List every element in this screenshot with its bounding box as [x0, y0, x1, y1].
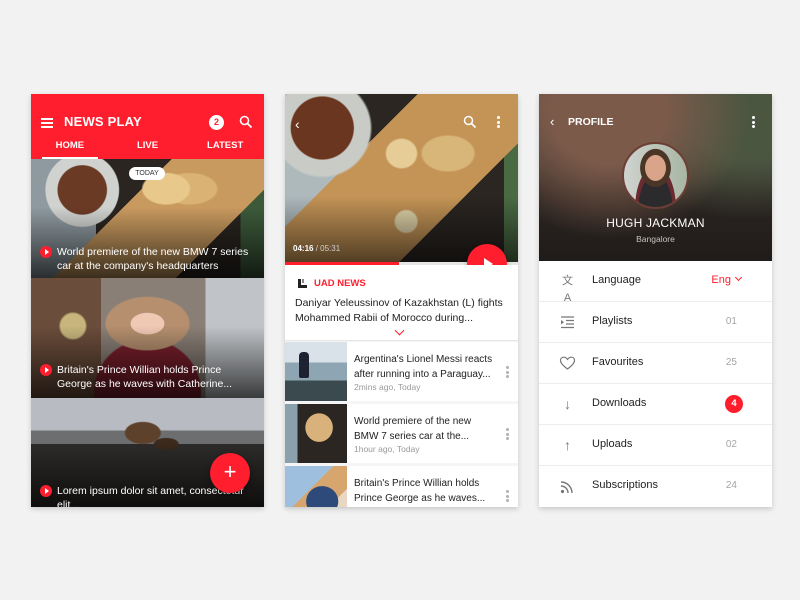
- back-icon[interactable]: ‹: [550, 114, 554, 129]
- hamburger-icon[interactable]: [41, 118, 53, 128]
- search-icon[interactable]: [463, 115, 477, 129]
- news-card[interactable]: Britain's Prince Willian holds Prince Ge…: [31, 278, 264, 398]
- card-caption: Britain's Prince Willian holds Prince Ge…: [57, 364, 233, 390]
- thumbnail: [285, 466, 347, 507]
- date-pill: TODAY: [129, 167, 165, 180]
- playlist-icon: [561, 316, 574, 329]
- list-item[interactable]: World premiere of the new BMW 7 series c…: [285, 404, 518, 463]
- notification-badge[interactable]: 2: [209, 115, 224, 130]
- heart-icon: [559, 356, 576, 370]
- home-screen: NEWS PLAY 2 HOME LIVE LATEST TODAY World…: [31, 94, 264, 507]
- avatar[interactable]: [622, 142, 689, 209]
- more-vert-icon[interactable]: [506, 490, 509, 503]
- chevron-down-icon: [734, 273, 743, 282]
- menu-label: Subscriptions: [592, 479, 659, 491]
- upload-icon: ↑: [564, 437, 571, 453]
- featured-story[interactable]: UAD NEWS Daniyar Yeleussinov of Kazakhst…: [285, 265, 518, 341]
- list-item[interactable]: Argentina's Lionel Messi reacts after ru…: [285, 342, 518, 401]
- app-title: NEWS PLAY: [64, 114, 142, 129]
- item-title: Argentina's Lionel Messi reacts after ru…: [354, 354, 493, 380]
- more-vert-icon[interactable]: [506, 428, 509, 441]
- profile-menu: 文A Language Eng Playlists 01 Favourites …: [539, 261, 772, 507]
- add-button[interactable]: +: [210, 453, 250, 493]
- more-vert-icon[interactable]: [497, 116, 501, 128]
- expand-chevron-icon[interactable]: [394, 325, 405, 336]
- menu-label: Uploads: [592, 438, 633, 450]
- menu-item-playlists[interactable]: Playlists 01: [539, 302, 772, 343]
- page-title: PROFILE: [568, 116, 614, 128]
- more-vert-icon[interactable]: [506, 366, 509, 379]
- menu-item-favourites[interactable]: Favourites 25: [539, 343, 772, 384]
- menu-count: 01: [725, 316, 737, 327]
- translate-icon: 文A: [562, 275, 573, 304]
- thumbnail: [285, 342, 347, 401]
- download-icon: ↓: [564, 396, 571, 412]
- more-vert-icon[interactable]: [752, 116, 755, 128]
- search-icon[interactable]: [239, 115, 253, 129]
- play-icon[interactable]: [40, 485, 52, 497]
- downloads-badge: 4: [725, 395, 743, 413]
- video-time: 04:16 / 05:31: [293, 244, 340, 253]
- play-icon[interactable]: [40, 364, 52, 376]
- tab-live[interactable]: LIVE: [109, 140, 187, 159]
- video-player[interactable]: ‹ 04:16 / 05:31: [285, 94, 518, 264]
- app-bar: NEWS PLAY 2 HOME LIVE LATEST: [31, 94, 264, 159]
- tab-latest[interactable]: LATEST: [186, 140, 264, 159]
- profile-header: ‹ PROFILE HUGH JACKMAN Bangalore: [539, 94, 772, 261]
- menu-item-subscriptions[interactable]: Subscriptions 24: [539, 466, 772, 507]
- back-icon[interactable]: ‹: [295, 116, 300, 132]
- news-card[interactable]: TODAY World premiere of the new BMW 7 se…: [31, 159, 264, 278]
- menu-label: Favourites: [592, 356, 644, 368]
- tab-bar: HOME LIVE LATEST: [31, 140, 264, 159]
- list-item[interactable]: Britain's Prince Willian holds Prince Ge…: [285, 466, 518, 507]
- time-current: 04:16: [293, 244, 314, 253]
- menu-label: Language: [592, 274, 641, 286]
- thumbnail: [285, 404, 347, 463]
- rss-icon: [560, 481, 573, 494]
- play-icon[interactable]: [40, 246, 52, 258]
- time-total: 05:31: [320, 244, 341, 253]
- menu-item-downloads[interactable]: ↓ Downloads 4: [539, 384, 772, 425]
- story-headline: Daniyar Yeleussinov of Kazakhstan (L) fi…: [295, 297, 503, 324]
- menu-item-uploads[interactable]: ↑ Uploads 02: [539, 425, 772, 466]
- menu-count: 02: [725, 439, 737, 450]
- source-name: UAD NEWS: [314, 278, 366, 289]
- profile-screen: ‹ PROFILE HUGH JACKMAN Bangalore 文A Lang…: [539, 94, 772, 507]
- item-meta: 1hour ago, Today: [354, 444, 420, 454]
- menu-label: Downloads: [592, 397, 647, 409]
- menu-count: 24: [725, 480, 737, 491]
- item-title: World premiere of the new BMW 7 series c…: [354, 416, 472, 442]
- menu-label: Playlists: [592, 315, 633, 327]
- source-logo-icon: [298, 279, 307, 288]
- item-meta: 2mins ago, Today: [354, 382, 421, 392]
- language-select[interactable]: Eng: [711, 273, 743, 286]
- profile-location: Bangalore: [636, 234, 675, 244]
- tab-home[interactable]: HOME: [31, 140, 109, 159]
- player-screen: ‹ 04:16 / 05:31 UAD NEWS Daniyar Yeleuss…: [285, 94, 518, 507]
- card-caption: World premiere of the new BMW 7 series c…: [57, 246, 249, 272]
- menu-count: 25: [725, 357, 737, 368]
- language-value: Eng: [711, 274, 731, 286]
- item-meta: Jun 10, 2016: [354, 506, 403, 507]
- item-title: Britain's Prince Willian holds Prince Ge…: [354, 478, 486, 504]
- profile-name: HUGH JACKMAN: [606, 216, 705, 230]
- menu-item-language[interactable]: 文A Language Eng: [539, 261, 772, 304]
